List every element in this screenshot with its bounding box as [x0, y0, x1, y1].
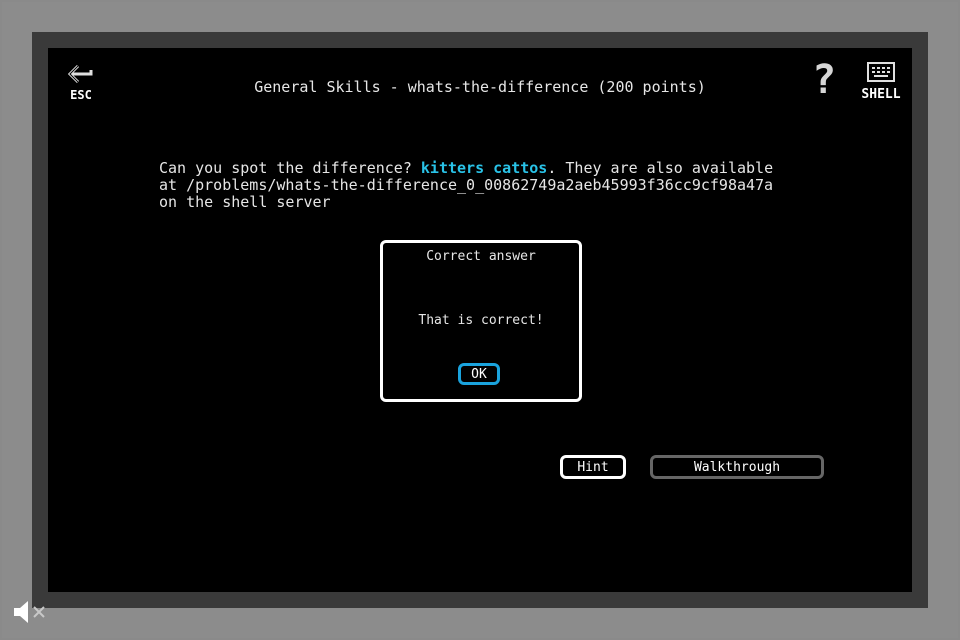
- keyboard-icon: [867, 62, 895, 82]
- page-title: General Skills - whats-the-difference (2…: [254, 78, 706, 96]
- game-screen: ESC General Skills - whats-the-differenc…: [48, 48, 912, 592]
- dialog-title: Correct answer: [426, 249, 536, 264]
- sound-toggle[interactable]: [12, 598, 48, 626]
- hint-button[interactable]: Hint: [560, 455, 626, 479]
- speaker-muted-icon: [14, 601, 45, 623]
- help-button[interactable]: ?: [812, 58, 836, 102]
- shell-button[interactable]: SHELL: [858, 62, 904, 102]
- kitters-cattos-link[interactable]: kitters cattos: [421, 159, 547, 177]
- problem-text-start: Can you spot the difference?: [159, 159, 421, 177]
- ok-button[interactable]: OK: [458, 363, 500, 385]
- dialog-message: That is correct!: [418, 313, 544, 328]
- shell-label: SHELL: [861, 87, 901, 102]
- question-mark-icon: ?: [812, 57, 837, 103]
- problem-description: Can you spot the difference? kitters cat…: [159, 160, 799, 211]
- correct-answer-dialog: Correct answer That is correct! OK: [380, 240, 582, 402]
- walkthrough-button[interactable]: Walkthrough: [650, 455, 824, 479]
